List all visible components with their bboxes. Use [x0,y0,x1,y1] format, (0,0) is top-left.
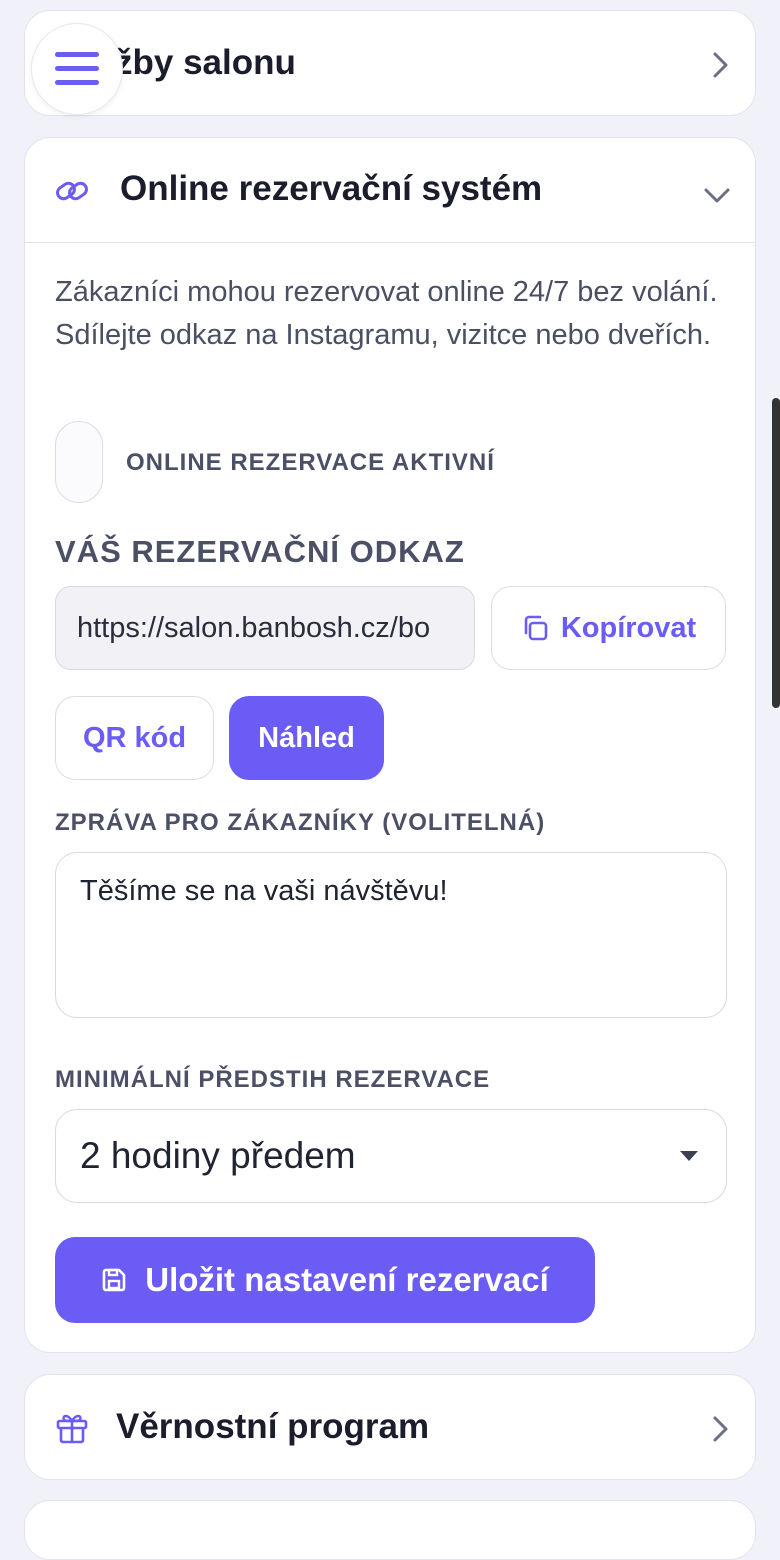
online-booking-description: Zákazníci mohou rezervovat online 24/7 b… [55,276,718,351]
preview-button[interactable]: Náhled [229,696,384,780]
scrollbar[interactable] [772,398,780,708]
chevron-down-icon [703,186,731,204]
booking-link-label: VÁŠ REZERVAČNÍ ODKAZ [55,534,465,569]
copy-link-button[interactable]: Kopírovat [491,586,726,670]
online-booking-section: Online rezervační systém Zákazníci mohou… [24,137,756,1353]
link-icon [55,176,89,206]
customer-message-textarea[interactable]: Těšíme se na vaši návštěvu! [55,852,727,1018]
copy-button-label: Kopírovat [560,611,697,644]
services-section-title: žby salonu [115,43,296,82]
chevron-right-icon [711,1415,731,1443]
menu-button[interactable] [31,23,123,115]
loyalty-section-header[interactable]: Věrnostní program [24,1374,756,1480]
loyalty-section-title: Věrnostní program [116,1407,430,1446]
preview-button-label: Náhled [258,721,355,754]
qr-button-label: QR kód [82,721,187,754]
lead-time-value: 2 hodiny předem [80,1135,356,1176]
online-booking-title: Online rezervační systém [120,169,543,208]
services-section-header[interactable]: žby salonu [24,10,756,116]
toggle-label: ONLINE REZERVACE AKTIVNÍ [126,449,495,476]
online-booking-toggle[interactable] [55,421,103,503]
qr-code-button[interactable]: QR kód [55,696,214,780]
section-divider [25,242,755,243]
gift-icon [55,1411,89,1445]
copy-icon [521,614,549,642]
online-booking-header[interactable]: Online rezervační systém [25,138,755,242]
hamburger-menu-icon [55,52,99,86]
customer-message-label: ZPRÁVA PRO ZÁKAZNÍKY (VOLITELNÁ) [55,809,546,836]
lead-time-select[interactable]: 2 hodiny předem [55,1109,727,1203]
save-icon [101,1267,127,1293]
save-button-label: Uložit nastavení rezervací [145,1261,549,1298]
save-booking-settings-button[interactable]: Uložit nastavení rezervací [55,1237,595,1323]
booking-link-input[interactable]: https://salon.banbosh.cz/bo [55,586,475,670]
next-section-card[interactable] [24,1500,756,1560]
lead-time-label: MINIMÁLNÍ PŘEDSTIH REZERVACE [55,1066,491,1093]
chevron-right-icon [711,51,731,79]
dropdown-caret-icon [680,1151,698,1161]
